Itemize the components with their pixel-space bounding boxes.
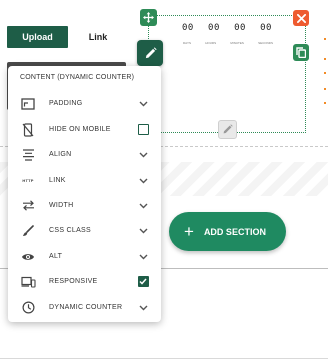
hide-on-mobile-checkbox[interactable] (137, 124, 149, 136)
menu-item-hide-on-mobile[interactable]: HIDE ON MOBILE (8, 117, 161, 142)
menu-item-label: ALT (49, 253, 63, 260)
move-handle-button[interactable] (140, 9, 157, 26)
chevron-down-icon (137, 251, 149, 263)
counter-days-label: DAYS (183, 41, 191, 45)
align-icon (20, 147, 36, 163)
width-arrows-icon (20, 198, 36, 214)
counter-minutes-label: MINUTES (230, 41, 244, 45)
copy-icon (296, 47, 306, 58)
page-bottom-divider (0, 358, 328, 359)
counter-hours-label: HOURS (205, 41, 217, 45)
counter-unit-labels: DAYS HOURS MINUTES SECONDS (183, 41, 273, 45)
chevron-down-icon (137, 175, 149, 187)
checkmark-icon (139, 278, 147, 285)
chevron-down-icon (137, 302, 149, 314)
counter-minutes-value: 00 (234, 23, 246, 33)
pencil-icon (223, 124, 233, 134)
add-section-label: ADD SECTION (203, 226, 266, 237)
tab-upload[interactable]: Upload (7, 26, 68, 48)
menu-item-alt[interactable]: ALT (8, 244, 161, 269)
delete-button[interactable] (293, 10, 309, 26)
menu-item-label: HIDE ON MOBILE (49, 126, 111, 133)
menu-item-padding[interactable]: PADDING (8, 91, 161, 116)
tab-link[interactable]: Link (70, 26, 126, 48)
menu-item-align[interactable]: ALIGN (8, 142, 161, 167)
menu-item-label: WIDTH (49, 202, 74, 209)
menu-item-label: DYNAMIC COUNTER (49, 304, 123, 311)
add-section-button[interactable]: + ADD SECTION (169, 212, 286, 251)
menu-item-label: ALIGN (49, 151, 72, 158)
eye-icon (20, 249, 36, 265)
inline-edit-button[interactable] (218, 120, 237, 139)
menu-item-label: RESPONSIVE (49, 278, 98, 285)
http-icon: HTTP (22, 178, 34, 183)
counter-seconds-value: 00 (260, 23, 272, 33)
menu-item-dynamic-counter[interactable]: DYNAMIC COUNTER (8, 295, 161, 320)
counter-hours-value: 00 (208, 23, 220, 33)
menu-item-responsive[interactable]: RESPONSIVE (8, 269, 161, 294)
counter-days-value: 00 (182, 23, 194, 33)
menu-item-link[interactable]: HTTP LINK (8, 168, 161, 193)
clipped-element-marker (322, 0, 328, 110)
element-settings-menu: CONTENT (DYNAMIC COUNTER) PADDING HIDE O… (8, 66, 161, 322)
counter-seconds-label: SECONDS (258, 41, 273, 45)
brush-icon (20, 223, 36, 239)
chevron-down-icon (137, 149, 149, 161)
plus-icon: + (184, 222, 194, 241)
pencil-icon (145, 46, 157, 58)
devices-icon (20, 274, 36, 290)
menu-item-label: CSS CLASS (49, 227, 91, 234)
chevron-down-icon (137, 200, 149, 212)
menu-title: CONTENT (DYNAMIC COUNTER) (20, 74, 135, 81)
responsive-checkbox[interactable] (137, 276, 149, 288)
padding-icon (20, 96, 36, 112)
hide-mobile-icon (20, 122, 36, 138)
menu-item-width[interactable]: WIDTH (8, 193, 161, 218)
menu-item-label: LINK (49, 177, 66, 184)
chevron-down-icon (137, 98, 149, 110)
duplicate-button[interactable] (293, 44, 309, 61)
counter-digits: 00 00 00 00 (182, 23, 272, 33)
chevron-down-icon (137, 225, 149, 237)
close-icon (296, 13, 306, 23)
edit-element-button[interactable] (137, 40, 163, 66)
clock-icon (20, 300, 36, 316)
menu-item-label: PADDING (49, 100, 83, 107)
menu-item-css-class[interactable]: CSS CLASS (8, 218, 161, 243)
move-arrows-icon (143, 12, 154, 23)
